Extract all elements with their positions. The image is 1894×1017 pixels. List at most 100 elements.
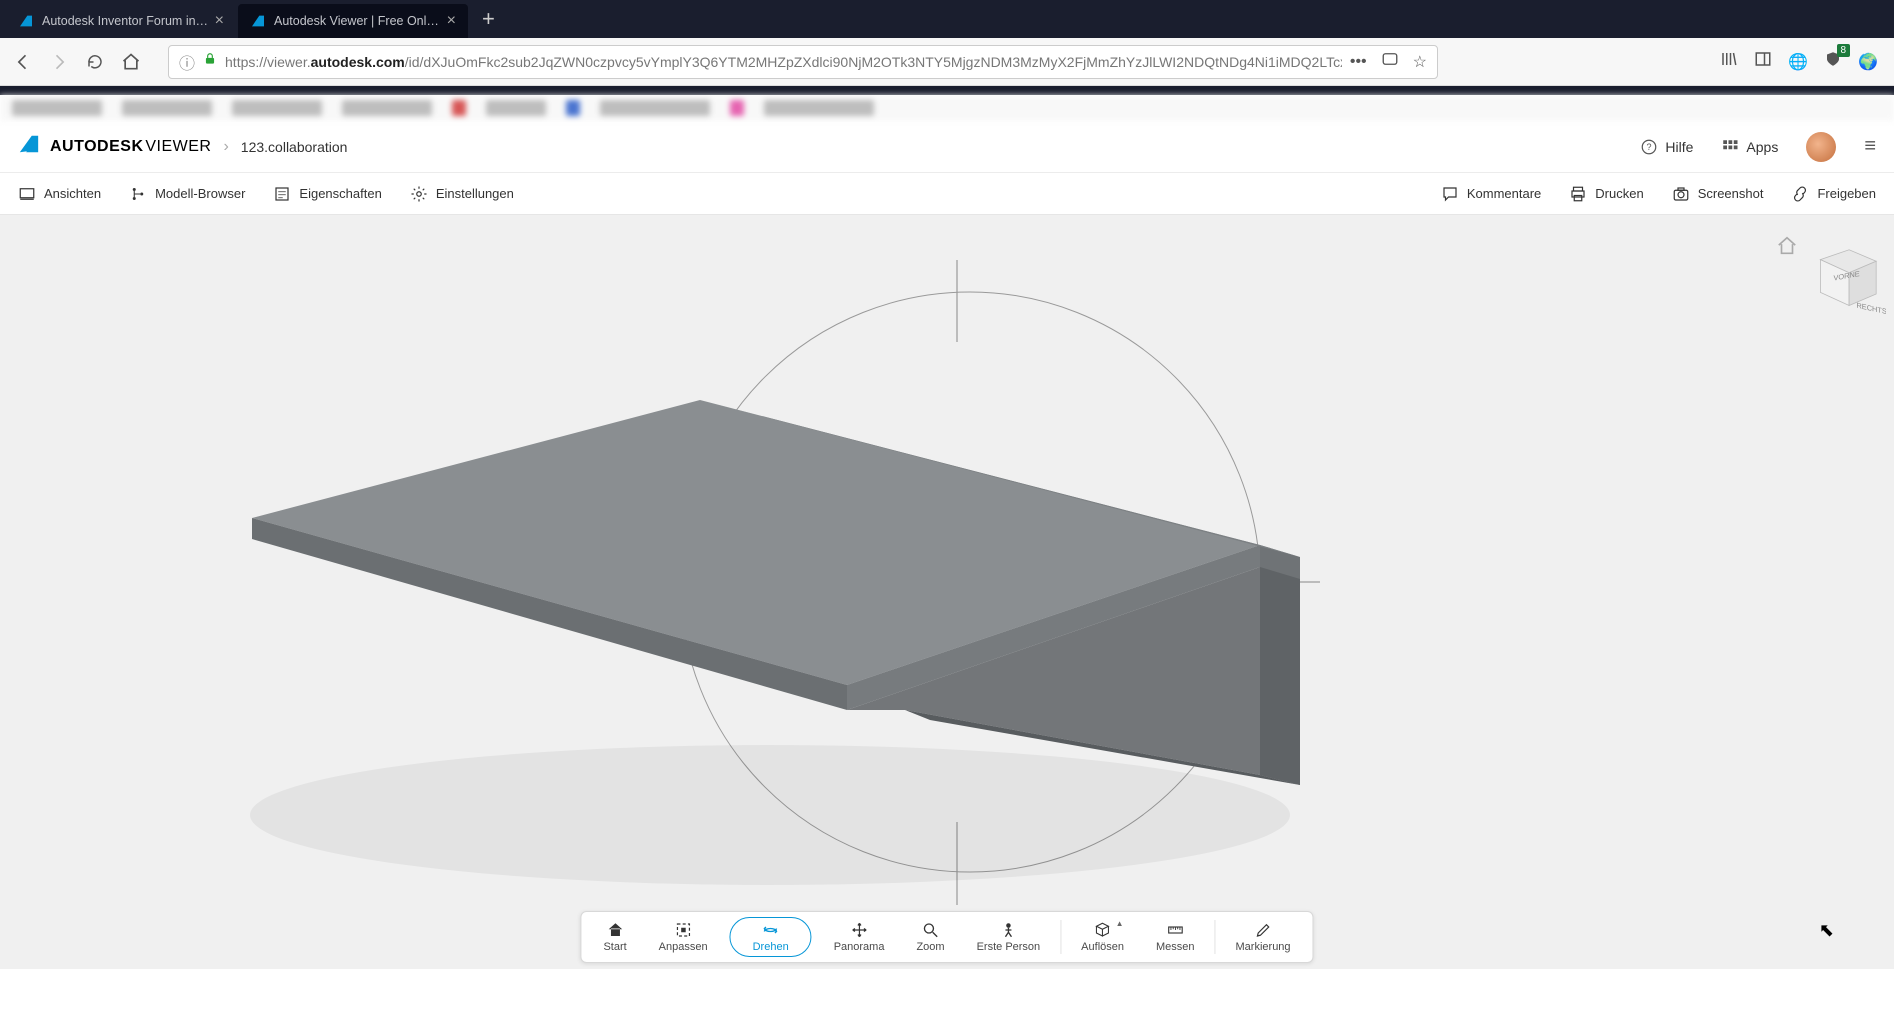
tab-label: Autodesk Inventor Forum in de xyxy=(42,14,209,28)
info-icon[interactable]: ⓘ xyxy=(179,50,195,74)
tab-bar: Autodesk Inventor Forum in de × Autodesk… xyxy=(0,0,1894,38)
settings-button[interactable]: Einstellungen xyxy=(410,185,514,203)
print-button[interactable]: Drucken xyxy=(1569,185,1643,203)
back-button[interactable] xyxy=(10,49,36,75)
properties-button[interactable]: Eigenschaften xyxy=(273,185,381,203)
orbit-button[interactable]: Drehen xyxy=(730,917,812,957)
markup-label: Markierung xyxy=(1236,941,1291,953)
bookmark-bar xyxy=(0,95,1894,121)
url-path: /id/dXJuOmFkc2sub2JqZWN0czpvcy5vYmplY3Q6… xyxy=(405,54,1342,70)
gear-icon xyxy=(410,185,428,203)
cursor-icon: ⬉ xyxy=(1819,920,1834,941)
zoom-icon xyxy=(922,921,940,939)
brand-text[interactable]: AUTODESK VIEWER xyxy=(50,138,211,156)
svg-text:?: ? xyxy=(1647,142,1652,152)
user-avatar[interactable] xyxy=(1806,132,1836,162)
cube-icon: ▲ xyxy=(1094,921,1112,939)
views-label: Ansichten xyxy=(44,186,101,201)
apps-icon xyxy=(1721,138,1739,156)
viewer-canvas[interactable]: VORNE RECHTS Start Anpassen Drehen Panor… xyxy=(0,215,1894,969)
chevron-right-icon: › xyxy=(223,138,228,156)
brand-autodesk: AUTODESK xyxy=(50,138,144,155)
zoom-label: Zoom xyxy=(916,941,944,953)
browser-chrome: Autodesk Inventor Forum in de × Autodesk… xyxy=(0,0,1894,95)
sidebar-icon[interactable] xyxy=(1754,50,1772,73)
new-tab-button[interactable]: + xyxy=(470,6,507,32)
autodesk-logo-icon[interactable] xyxy=(18,133,40,160)
model-browser-button[interactable]: Modell-Browser xyxy=(129,185,245,203)
link-icon xyxy=(1791,185,1809,203)
settings-label: Einstellungen xyxy=(436,186,514,201)
reader-icon[interactable] xyxy=(1381,50,1399,73)
first-person-label: Erste Person xyxy=(977,941,1041,953)
help-icon: ? xyxy=(1640,138,1658,156)
home-icon xyxy=(606,921,624,939)
zoom-button[interactable]: Zoom xyxy=(900,912,960,962)
markup-button[interactable]: Markierung xyxy=(1220,912,1307,962)
autodesk-favicon-icon xyxy=(250,13,266,29)
app-toolbar: Ansichten Modell-Browser Eigenschaften E… xyxy=(0,173,1894,215)
start-label: Start xyxy=(603,941,626,953)
more-icon[interactable]: ••• xyxy=(1350,53,1367,71)
monitor-icon xyxy=(18,185,36,203)
print-label: Drucken xyxy=(1595,186,1643,201)
share-button[interactable]: Freigeben xyxy=(1791,185,1876,203)
bookmark-icon[interactable]: ☆ xyxy=(1413,52,1427,72)
model-rendering xyxy=(0,215,1894,969)
globe-icon[interactable]: 🌍 xyxy=(1858,52,1878,72)
fit-label: Anpassen xyxy=(659,941,708,953)
shield-icon[interactable] xyxy=(1824,50,1842,73)
properties-label: Eigenschaften xyxy=(299,186,381,201)
first-person-button[interactable]: Erste Person xyxy=(961,912,1057,962)
forward-button[interactable] xyxy=(46,49,72,75)
comment-icon xyxy=(1441,185,1459,203)
person-icon xyxy=(999,921,1017,939)
breadcrumb-file[interactable]: 123.collaboration xyxy=(241,139,348,155)
views-button[interactable]: Ansichten xyxy=(18,185,101,203)
menu-icon[interactable]: ≡ xyxy=(1864,135,1876,158)
help-label: Hilfe xyxy=(1665,139,1693,155)
autodesk-favicon-icon xyxy=(18,13,34,29)
dock-divider xyxy=(1215,920,1216,954)
url-text: https://viewer.autodesk.com/id/dXJuOmFkc… xyxy=(225,54,1342,70)
extension-icon[interactable]: 🌐 xyxy=(1788,52,1808,72)
viewcube-right-label: RECHTS xyxy=(1856,301,1886,316)
model-browser-label: Modell-Browser xyxy=(155,186,245,201)
pan-icon xyxy=(850,921,868,939)
screenshot-label: Screenshot xyxy=(1698,186,1764,201)
explode-label: Auflösen xyxy=(1081,941,1124,953)
lock-icon[interactable] xyxy=(203,52,217,71)
close-icon[interactable]: × xyxy=(447,12,456,30)
panorama-button[interactable]: Panorama xyxy=(818,912,901,962)
browser-tab[interactable]: Autodesk Inventor Forum in de × xyxy=(6,4,236,38)
screenshot-button[interactable]: Screenshot xyxy=(1672,185,1764,203)
browser-tab-active[interactable]: Autodesk Viewer | Free Online F × xyxy=(238,4,468,38)
browser-right-icons: 🌐 🌍 xyxy=(1720,50,1884,73)
orbit-icon xyxy=(762,921,780,939)
home-view-icon[interactable] xyxy=(1776,235,1798,262)
url-actions: ••• ☆ xyxy=(1350,50,1427,73)
home-button[interactable] xyxy=(118,49,144,75)
apps-button[interactable]: Apps xyxy=(1721,138,1778,156)
start-button[interactable]: Start xyxy=(587,912,642,962)
close-icon[interactable]: × xyxy=(215,12,224,30)
print-icon xyxy=(1569,185,1587,203)
tree-icon xyxy=(129,185,147,203)
url-bar[interactable]: ⓘ https://viewer.autodesk.com/id/dXJuOmF… xyxy=(168,45,1438,79)
tab-label: Autodesk Viewer | Free Online F xyxy=(274,14,441,28)
header-right: ? Hilfe Apps ≡ xyxy=(1640,132,1876,162)
url-prefix: https://viewer. xyxy=(225,54,311,70)
apps-label: Apps xyxy=(1746,139,1778,155)
ruler-icon xyxy=(1166,921,1184,939)
list-icon xyxy=(273,185,291,203)
explode-button[interactable]: ▲ Auflösen xyxy=(1065,912,1140,962)
measure-button[interactable]: Messen xyxy=(1140,912,1211,962)
help-button[interactable]: ? Hilfe xyxy=(1640,138,1693,156)
viewcube[interactable]: VORNE RECHTS xyxy=(1804,235,1886,317)
fit-button[interactable]: Anpassen xyxy=(643,912,724,962)
comments-button[interactable]: Kommentare xyxy=(1441,185,1541,203)
comments-label: Kommentare xyxy=(1467,186,1541,201)
pencil-icon xyxy=(1254,921,1272,939)
library-icon[interactable] xyxy=(1720,50,1738,73)
reload-button[interactable] xyxy=(82,49,108,75)
